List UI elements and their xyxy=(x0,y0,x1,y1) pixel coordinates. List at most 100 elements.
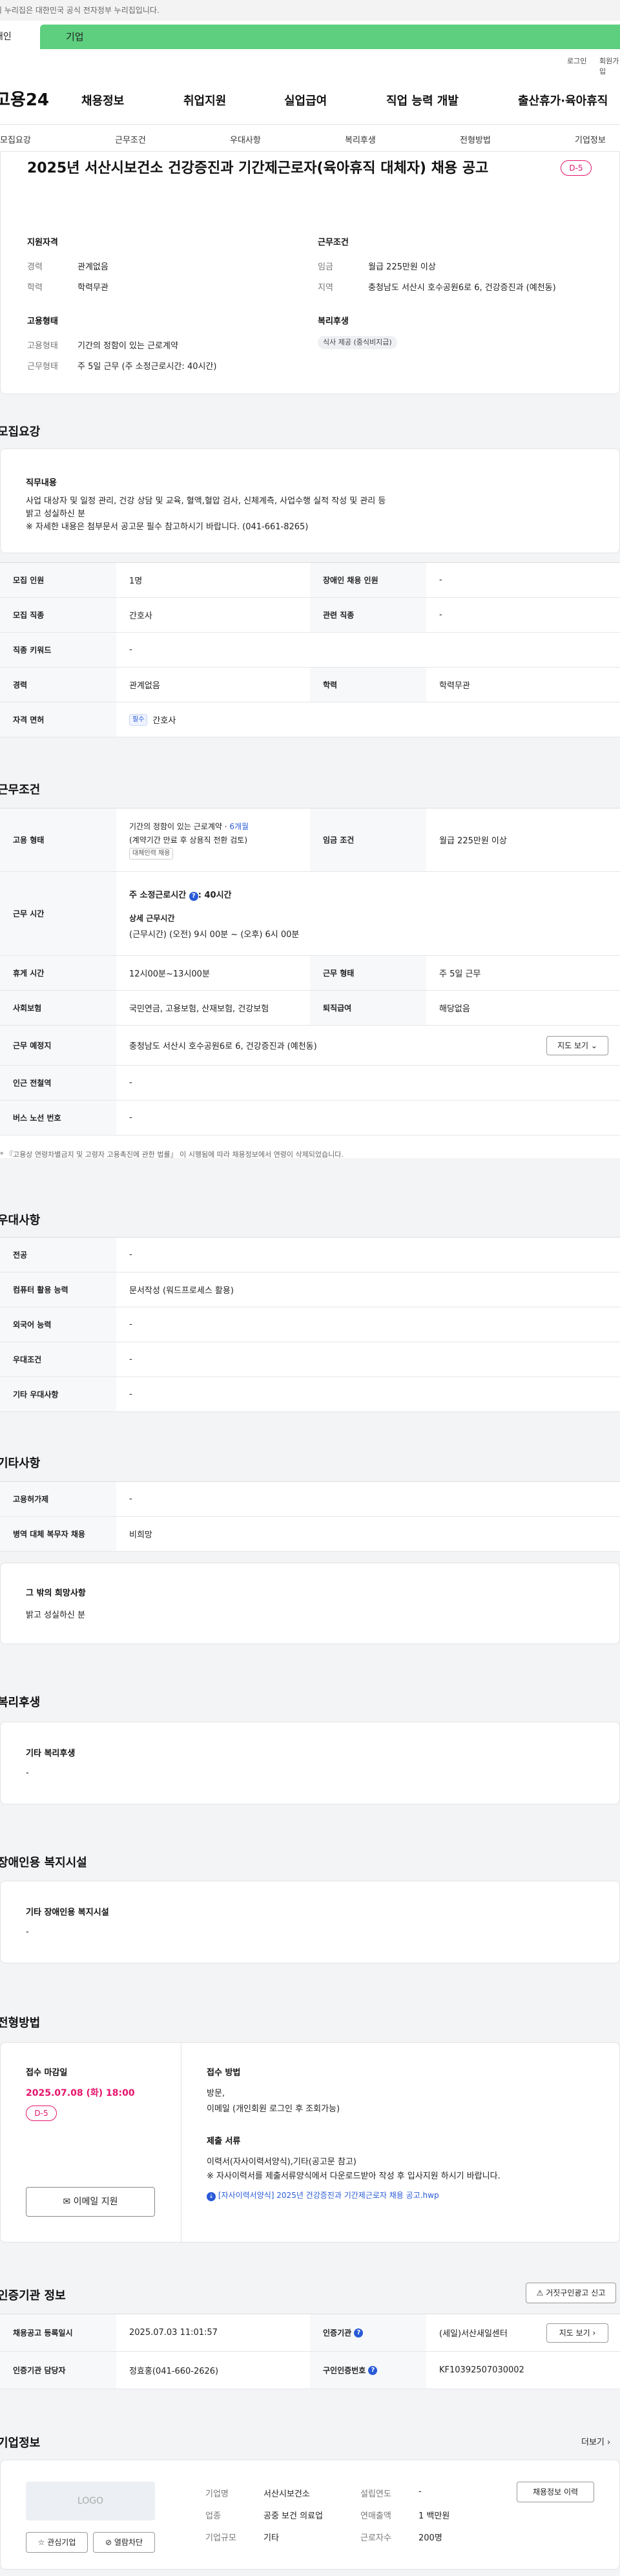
etc-table: 고용허가제 - 병역 대체 복무자 채용 비희망 xyxy=(0,1481,620,1552)
th-bus: 버스 노선 번호 xyxy=(0,1101,116,1135)
report-fake-ad-button[interactable]: ⚠ 거짓구인광고 신고 xyxy=(526,2283,616,2303)
favorite-company-button[interactable]: ☆ 관심기업 xyxy=(26,2532,88,2553)
th-cert-manager: 인증기관 담당자 xyxy=(0,2352,116,2389)
edu-label: 학력 xyxy=(27,283,43,293)
td-keyword: - xyxy=(129,645,132,655)
edu-value: 학력무관 xyxy=(78,283,108,293)
company-more-link[interactable]: 더보기 › xyxy=(581,2435,610,2447)
table-row: 자격 면허 필수 간호사 xyxy=(0,702,620,737)
gnb-vocational-training[interactable]: 직업 능력 개발 xyxy=(386,92,459,109)
email-apply-button[interactable]: ✉ 이메일 지원 xyxy=(26,2187,155,2217)
table-row: 사회보험 국민연금, 고용보험, 산재보험, 건강보험 퇴직급여 해당없음 xyxy=(0,991,620,1026)
report-label: 거짓구인광고 신고 xyxy=(546,2288,606,2297)
required-tag: 필수 xyxy=(129,713,148,726)
table-row: 근무 예정지 충청남도 서산시 호수공원6로 6, 건강증진과 (예천동) 지도… xyxy=(0,1026,620,1066)
detail-hours-label: 상세 근무시간 xyxy=(129,913,175,923)
gnb-maternity-leave[interactable]: 출산휴가·육아휴직 xyxy=(518,92,608,109)
info-icon[interactable]: ? xyxy=(354,2328,364,2338)
deadline-heading: 접수 마감일 xyxy=(26,2068,68,2078)
td-related-job: - xyxy=(439,610,442,620)
tab-personal[interactable]: 개인 xyxy=(0,25,35,49)
gnb-jobs[interactable]: 채용정보 xyxy=(81,92,124,109)
recruit-heading: 모집요강 xyxy=(0,425,41,439)
subnav-company[interactable]: 기업정보 xyxy=(575,133,606,145)
table-row: 컴퓨터 활용 능력 문서작성 (워드프로세스 활용) xyxy=(0,1272,620,1307)
job-history-button[interactable]: 채용정보 이력 xyxy=(517,2482,594,2502)
star-icon: ☆ xyxy=(37,2538,45,2547)
disabled-box-heading: 기타 장애인용 복지시설 xyxy=(26,1908,109,1917)
td-workplace: 충청남도 서산시 호수공원6로 6, 건강증진과 (예천동) xyxy=(129,1042,317,1051)
tab-company[interactable]: 기업 xyxy=(40,25,620,49)
attachment-link[interactable]: ↓ [자사이력서양식] 2025년 건강증진과 기간제근로자 채용 공고.hwp xyxy=(207,2190,439,2201)
weekly-hours-value: : 40시간 xyxy=(198,890,232,900)
welfare-heading: 복리후생 xyxy=(318,317,349,326)
td-cert-manager: 정효홍(041-660-2626) xyxy=(129,2367,219,2376)
welfare-card xyxy=(0,1722,620,1804)
cert-agency-label: 인증기관 xyxy=(323,2328,352,2338)
license-value: 간호사 xyxy=(152,716,176,726)
td-other-pref: - xyxy=(129,1389,132,1399)
company-size-label: 기업규모 xyxy=(205,2533,236,2543)
subnav-pref[interactable]: 우대사항 xyxy=(230,133,261,145)
info-icon[interactable]: ? xyxy=(368,2365,378,2375)
th-job-type: 모집 직종 xyxy=(0,598,116,632)
subnav-apply[interactable]: 전형방법 xyxy=(460,133,491,145)
th-cert-number: 구인인증번호 ? xyxy=(310,2352,426,2389)
join-link[interactable]: 회원가입 xyxy=(599,56,620,76)
duty-heading: 직무내용 xyxy=(26,478,57,488)
summary-card xyxy=(0,151,620,394)
disabled-box-text: - xyxy=(26,1927,29,1937)
age-law-note: * 『고용상 연령차별금지 및 고령자 고용촉진에 관한 법률』 이 시행됨에 … xyxy=(0,1150,344,1159)
td-major: - xyxy=(129,1250,132,1260)
th-headcount: 모집 인원 xyxy=(0,563,116,597)
welfare-section-heading: 복리후생 xyxy=(0,1696,41,1709)
table-row: 경력 관계없음 학력 학력무관 xyxy=(0,668,620,702)
gnb-employment-support[interactable]: 취업지원 xyxy=(183,92,226,109)
td-post-date: 2025.07.03 11:01:57 xyxy=(129,2328,218,2338)
table-row: 모집 인원 1명 장애인 채용 인원 - xyxy=(0,563,620,598)
td-headcount: 1명 xyxy=(129,576,143,586)
th-career: 경력 xyxy=(0,668,116,702)
login-link[interactable]: 로그인 xyxy=(567,56,586,66)
block-view-button[interactable]: ⊘ 열람차단 xyxy=(93,2532,155,2553)
founded-value: - xyxy=(418,2487,422,2497)
work-form-label: 근무형태 xyxy=(27,362,58,372)
hope-heading: 그 밖의 희망사항 xyxy=(26,1589,86,1598)
hope-text: 밝고 성실하신 분 xyxy=(26,1610,85,1620)
company-name-label: 기업명 xyxy=(205,2489,229,2499)
chevron-right-icon: › xyxy=(607,2438,611,2447)
th-computer: 컴퓨터 활용 능력 xyxy=(0,1272,116,1307)
work-form-value: 주 5일 근무 (주 소정근로시간: 40시간) xyxy=(78,362,217,372)
recruit-table: 모집 인원 1명 장애인 채용 인원 - 모집 직종 간호사 관련 직종 - 직… xyxy=(0,562,620,737)
info-icon[interactable]: ? xyxy=(189,891,198,901)
th-workplace: 근무 예정지 xyxy=(0,1026,116,1065)
td-emp-type: 기간의 정함이 있는 근로계약 · 6개월 (계약기간 만료 후 상용직 전환 … xyxy=(116,808,310,871)
map-button[interactable]: 지도 보기 ⌄ xyxy=(546,1036,608,1055)
wage-label: 임금 xyxy=(318,262,333,272)
th-keyword: 직종 키워드 xyxy=(0,633,116,667)
td-career: 관계없음 xyxy=(129,681,160,691)
th-edu: 학력 xyxy=(310,668,426,702)
site-logo[interactable]: 고용24 xyxy=(0,87,49,111)
method-heading: 접수 방법 xyxy=(207,2068,241,2078)
th-military: 병역 대체 복무자 채용 xyxy=(0,1517,116,1551)
emp-period: 6개월 xyxy=(229,821,249,831)
td-edu: 학력무관 xyxy=(439,681,470,691)
th-subway: 인근 전철역 xyxy=(0,1066,116,1100)
duty-text-1: 사업 대상자 및 일정 관리, 건강 상담 및 교육, 혈액,혈압 검사, 신체… xyxy=(26,496,386,506)
email-apply-label: 이메일 지원 xyxy=(73,2197,118,2207)
th-emp-type: 고용 형태 xyxy=(0,808,116,871)
table-row: 버스 노선 번호 - xyxy=(0,1101,620,1135)
subnav-welfare[interactable]: 복리후생 xyxy=(345,133,376,145)
apply-dday-badge: D-5 xyxy=(26,2106,57,2121)
cert-map-button[interactable]: 지도 보기 › xyxy=(546,2323,608,2343)
table-row: 인근 전철역 - xyxy=(0,1066,620,1101)
cert-table: 채용공고 등록일시 2025.07.03 11:01:57 인증기관 ? (세일… xyxy=(0,2314,620,2389)
subnav-recruit[interactable]: 모집요강 xyxy=(0,133,31,145)
duty-text-3: ※ 자세한 내용은 첨부문서 공고문 필수 참고하시기 바랍니다. (041-6… xyxy=(26,522,309,532)
gnb-unemployment-benefit[interactable]: 실업급여 xyxy=(284,92,327,109)
th-work-time: 근무 시간 xyxy=(0,872,116,955)
td-subway: - xyxy=(129,1078,132,1088)
th-language: 외국어 능력 xyxy=(0,1307,116,1342)
subnav-work[interactable]: 근무조건 xyxy=(115,133,146,145)
